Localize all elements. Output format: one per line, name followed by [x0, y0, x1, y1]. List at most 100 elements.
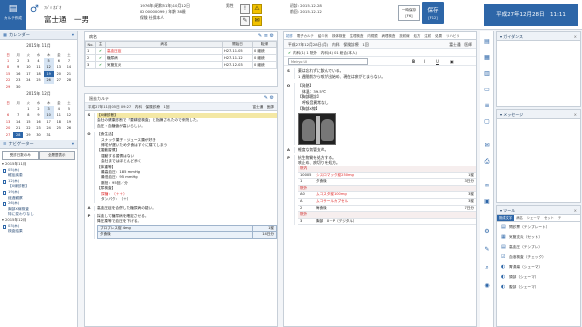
table-row[interactable]: 2 ✔ 糖尿病 H27.11.12 0 継続: [85, 54, 277, 62]
tab-schema[interactable]: シェーマ: [525, 215, 542, 221]
list-item[interactable]: 特に変わりなし: [2, 212, 75, 218]
tool-title: ツール: [503, 208, 516, 213]
past-karte-panel: 過去カルテ ✎ ⚙ 平成27年11月05日 09:27 内科 保険診療 1回 富…: [84, 93, 278, 327]
list-item[interactable]: ☑ 血液検査（チェック）: [501, 252, 580, 262]
table-row[interactable]: 3 ✔ 気管支炎 H27.12.03 0 継続: [85, 61, 277, 69]
bold-icon[interactable]: B: [412, 57, 415, 66]
editor-soap-a[interactable]: A 軽度な気管支炎。: [284, 147, 476, 153]
table-row[interactable]: 院外: [298, 211, 476, 219]
editor-record-header: 平成27年12月28日(月) 内科 保険診療 1回 富士通 医師: [284, 40, 476, 49]
tab-radiology[interactable]: 放射線: [399, 34, 409, 38]
list-item[interactable]: ▤ 問診票（テンプレート）: [501, 222, 580, 232]
editor-insurance-row[interactable]: ✔ 内科(1) 1 院外 内科(4) 01 総合(本人): [284, 49, 476, 57]
message-header[interactable]: ▾ メッセージ ×: [497, 110, 580, 119]
table-row[interactable]: 2 毎食後 7日分: [298, 205, 476, 213]
chest-xray-image[interactable]: [298, 113, 336, 146]
table-row[interactable]: 1 夕食後 3日分: [298, 178, 476, 186]
close-icon[interactable]: ×: [574, 206, 577, 215]
image-icon[interactable]: ▣: [482, 197, 492, 206]
set-icon: ▦: [501, 234, 506, 240]
editor-soap-s[interactable]: S 薬は忘れずに飲んでいる。 1 週間前から咳が出始め、現在は痰がとまらない。: [284, 68, 476, 80]
list-item[interactable]: ▦ 気管支炎（セット）: [501, 232, 580, 242]
edit-icon[interactable]: ✎: [264, 95, 268, 101]
tab-first-visit[interactable]: 初診: [286, 34, 293, 38]
close-icon[interactable]: ×: [574, 110, 577, 119]
table-row[interactable]: A0 ムコスタ錠100mg 3錠: [298, 191, 476, 199]
tab-endoscope[interactable]: 内視鏡: [367, 34, 377, 38]
tab-specimen[interactable]: 検体検査: [332, 34, 346, 38]
underline-icon[interactable]: U: [436, 57, 439, 66]
tab-template[interactable]: テ: [556, 215, 563, 221]
tab-pathology[interactable]: 病理検査: [382, 34, 396, 38]
tab-fixed-text[interactable]: 既成文字: [497, 215, 515, 221]
tab-set[interactable]: セット: [542, 215, 556, 221]
tool-header[interactable]: ▾ ツール ×: [497, 206, 580, 215]
editor-soap-o[interactable]: O 【発熱】 体温：39.5℃ 【胸部聴診】 呼吸音異常なし 【胸部X線】: [284, 83, 476, 146]
settings-icon[interactable]: ⚙: [482, 227, 492, 236]
save-button[interactable]: 保存 [F12]: [422, 2, 444, 24]
tab-all-history[interactable]: 全履歴表示: [38, 151, 75, 160]
link-icon[interactable]: ∞: [482, 181, 492, 190]
table-row[interactable]: 3 胸部 X－P（デジタル）: [298, 218, 476, 226]
memo-icon[interactable]: ✎: [240, 16, 250, 26]
table-row[interactable]: 院外: [298, 185, 476, 193]
search-icon[interactable]: ⌕: [482, 263, 492, 272]
patient-icon: ♂: [30, 4, 39, 15]
tab-treatment[interactable]: 処置: [435, 34, 442, 38]
edit-icon[interactable]: ✎: [258, 33, 262, 39]
list-item[interactable]: ◐ 腹部（シェーマ）: [501, 282, 580, 292]
table-row[interactable]: A ムコサールカプセル 3錠: [298, 198, 476, 206]
chevron-down-icon[interactable]: ▾: [72, 140, 74, 148]
font-select[interactable]: Meiryo UI: [288, 58, 368, 65]
close-icon[interactable]: ×: [574, 32, 577, 41]
table-row[interactable]: 10005 シスロマック錠250mg 1錠: [298, 172, 476, 180]
table-row[interactable]: 夕食後 14日分: [97, 231, 277, 239]
editor-soap-p[interactable]: P 抗生物質を処方する。 咳止め、痰切りを処方。 院内 10005 シスロマック錠…: [284, 154, 476, 226]
table-row[interactable]: 1 ✔ 高血圧症 H27.11.05 0 継続: [85, 47, 277, 55]
tab-injection[interactable]: 注射: [424, 34, 431, 38]
clock-display: 平成27年12月28日 11:11: [484, 4, 578, 26]
document-icon: [3, 202, 6, 207]
text-color-icon[interactable]: ▣: [450, 57, 454, 66]
tab-ekarte[interactable]: 電子カルテ: [297, 34, 314, 38]
tab-physiology[interactable]: 生理検査: [350, 34, 364, 38]
italic-icon[interactable]: I: [424, 57, 425, 66]
list-icon[interactable]: ≡: [264, 33, 268, 39]
tab-disease[interactable]: 病名: [514, 215, 525, 221]
chevron-down-icon[interactable]: ▾: [72, 31, 74, 39]
folder-icon[interactable]: ▢: [482, 117, 492, 126]
gear-icon[interactable]: ⚙: [270, 33, 274, 39]
warning-icon[interactable]: ⚠: [252, 4, 262, 14]
editor-doctor: 富士通 医師: [449, 42, 472, 47]
mail-icon[interactable]: ✉: [482, 141, 492, 150]
print-icon[interactable]: ⎙: [482, 157, 492, 166]
calendar-header[interactable]: ▦ カレンダー ▾: [0, 31, 77, 40]
pill-icon[interactable]: ◉: [482, 281, 492, 290]
tab-prescription[interactable]: 処方: [414, 34, 421, 38]
karte-create-button[interactable]: ▤ カルテ作成: [0, 0, 26, 30]
guide-icon[interactable]: ▤: [482, 37, 492, 46]
allergy-icon[interactable]: !: [240, 4, 250, 14]
temp-save-button[interactable]: 一時保存 [F6]: [398, 5, 420, 21]
guidance-header[interactable]: ▾ ガイダンス ×: [497, 32, 580, 41]
tool-icon[interactable]: ✎: [482, 245, 492, 254]
list-item[interactable]: ◐ 頭部（シェーマ）: [501, 272, 580, 282]
tab-rehab[interactable]: リハビリ: [446, 34, 460, 38]
list-item[interactable]: ▤ 高血圧（テンプレ）: [501, 242, 580, 252]
past-soap-a: A 高血圧症を合併した糖尿病の疑い。: [85, 205, 277, 211]
document-icon[interactable]: ▭: [482, 85, 492, 94]
diagnosis-header: 病名 ✎ ≡ ⚙: [85, 32, 277, 41]
tab-visits-only[interactable]: 受診日数のみ: [2, 151, 39, 160]
temp-save-key: [F6]: [405, 14, 413, 18]
editor-tabs: 初診 電子カルテ 紹介状 検体検査 生理検査 内視鏡 病理検査 放射線 処方 注…: [284, 32, 476, 40]
tab-referral[interactable]: 紹介状: [318, 34, 328, 38]
list-item[interactable]: ◐ 胃潰瘍（シェーマ）: [501, 262, 580, 272]
navigator-icon: ≡: [3, 141, 7, 146]
note-icon[interactable]: ✉: [252, 16, 262, 26]
list-icon[interactable]: ≡: [482, 101, 492, 110]
navigator-header[interactable]: ≡ ナビゲーター ▾: [0, 140, 77, 149]
chart-icon[interactable]: ▥: [482, 69, 492, 78]
gear-icon[interactable]: ⚙: [270, 95, 274, 101]
list-item[interactable]: 検査結果: [2, 229, 75, 235]
calendar-icon[interactable]: ▦: [482, 53, 492, 62]
